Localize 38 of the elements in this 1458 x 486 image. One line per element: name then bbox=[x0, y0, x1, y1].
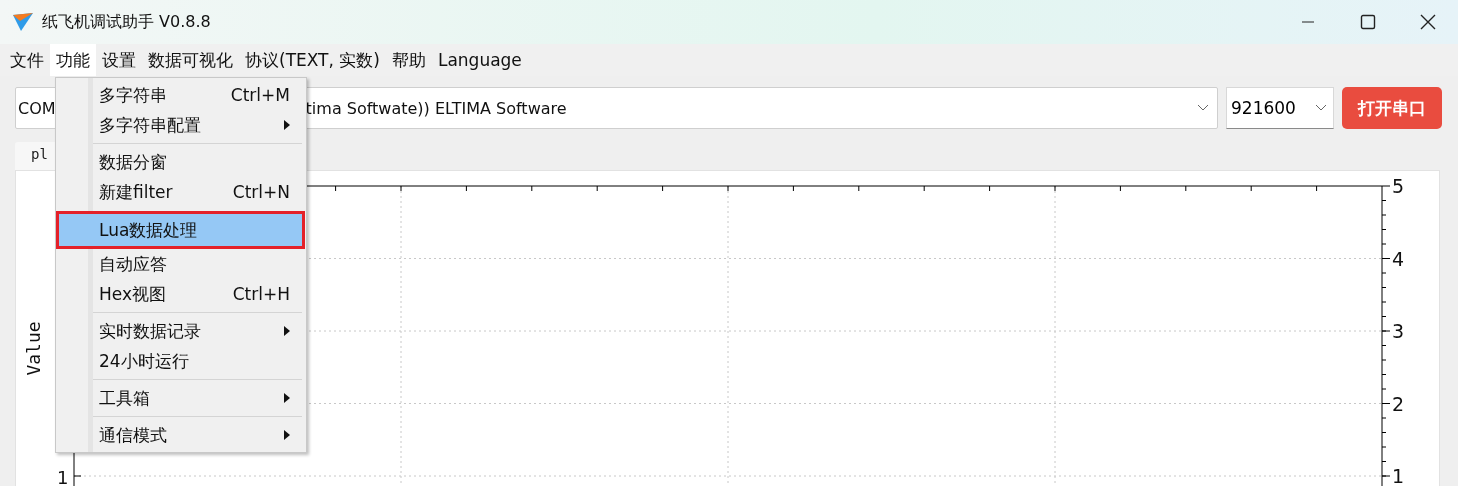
menu-item[interactable]: 自动应答 bbox=[56, 249, 302, 279]
menu-bar-item[interactable]: 帮助 bbox=[385, 44, 432, 76]
menu-item[interactable]: 通信模式 bbox=[56, 420, 302, 450]
open-port-button[interactable]: 打开串口 bbox=[1342, 87, 1442, 129]
menu-bar-item[interactable]: 文件 bbox=[4, 44, 50, 76]
baud-rate-select[interactable]: 921600 bbox=[1226, 87, 1334, 129]
menu-item[interactable]: 新建filter Ctrl+N bbox=[56, 177, 302, 207]
y-tick-label: 4 bbox=[1392, 247, 1405, 270]
maximize-icon bbox=[1360, 14, 1376, 30]
y-tick-label: 5 bbox=[1392, 175, 1405, 197]
menu-item[interactable]: 实时数据记录 bbox=[56, 316, 302, 346]
submenu-arrow-icon bbox=[284, 430, 290, 440]
shortcut-label: Ctrl+M bbox=[230, 85, 290, 105]
submenu-arrow-icon bbox=[284, 393, 290, 403]
y-tick-label: 3 bbox=[1392, 320, 1405, 342]
y-tick-label: 1 bbox=[1392, 465, 1405, 486]
menu-item[interactable]: Hex视图 Ctrl+H bbox=[56, 279, 302, 309]
menu-item[interactable]: 工具箱 bbox=[56, 383, 302, 413]
chevron-down-icon bbox=[1315, 104, 1327, 112]
shortcut-label: Ctrl+N bbox=[232, 182, 290, 202]
menu-bar-item[interactable]: 协议(TEXT, 实数) bbox=[239, 44, 386, 76]
window-title: 纸飞机调试助手 V0.8.8 bbox=[42, 11, 211, 33]
y-tick-label: 1 bbox=[57, 467, 69, 486]
menu-bar-item[interactable]: 功能 bbox=[50, 44, 96, 76]
y-tick-label: 2 bbox=[1392, 392, 1405, 415]
menu-bar-item[interactable]: 设置 bbox=[96, 44, 142, 76]
menu-item[interactable]: Lua数据处理 bbox=[56, 211, 305, 249]
y-axis-label: Value bbox=[23, 321, 44, 376]
shortcut-label: Ctrl+H bbox=[232, 284, 290, 304]
chevron-down-icon bbox=[1197, 104, 1209, 112]
menu-item[interactable]: 24小时运行 bbox=[56, 346, 302, 376]
minimize-icon bbox=[1301, 21, 1315, 23]
menu-bar-item[interactable]: Language bbox=[431, 44, 528, 76]
submenu-arrow-icon bbox=[284, 120, 290, 130]
menu-bar-item[interactable]: 数据可视化 bbox=[142, 44, 239, 76]
submenu-arrow-icon bbox=[284, 326, 290, 336]
close-icon bbox=[1420, 14, 1436, 30]
paper-plane-icon bbox=[12, 12, 34, 32]
